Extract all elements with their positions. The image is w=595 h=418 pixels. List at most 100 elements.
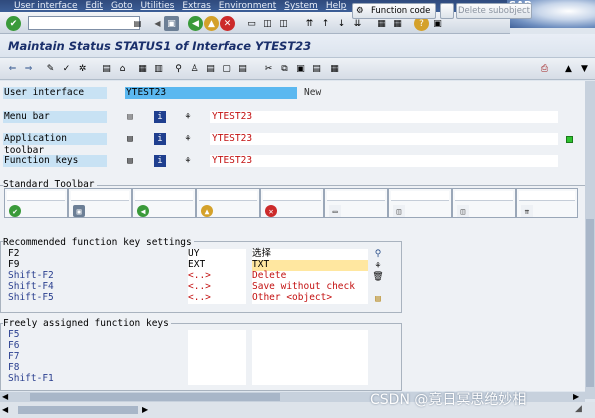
resize-grip-icon[interactable]: ◢ (575, 404, 582, 414)
std-find-cell[interactable]: ◫ (388, 188, 452, 218)
free-code-0[interactable] (188, 330, 246, 341)
enter-icon[interactable]: ✔ (6, 16, 21, 31)
cancel-icon[interactable]: ✕ (220, 16, 235, 31)
tree-icon[interactable]: ♙ (188, 62, 201, 75)
paste-icon[interactable]: ▣ (294, 62, 307, 75)
std-enter-cell[interactable]: ✔ (4, 188, 68, 218)
copy-icon[interactable]: ⧉ (278, 62, 291, 75)
menu-bar-info-icon[interactable]: i (154, 111, 166, 123)
check-icon[interactable]: ✓ (60, 62, 73, 75)
new-entry-button[interactable] (440, 3, 454, 19)
status-bar-scroll[interactable] (18, 406, 138, 414)
display-change-icon[interactable]: ✎ (44, 62, 57, 75)
rec-code-2[interactable]: <..> (188, 270, 246, 282)
back-arrow-icon[interactable]: ⇐ (6, 62, 19, 75)
menu-edit[interactable]: Edit (86, 0, 103, 12)
std-find-next-cell[interactable]: ◫ (452, 188, 516, 218)
print-preview-icon[interactable]: ⎙ (538, 62, 551, 75)
std-exit-cell[interactable]: ▲ (196, 188, 260, 218)
rec-code-0[interactable]: UY (188, 248, 246, 260)
rec-text-4[interactable]: Other <object> (252, 292, 368, 304)
find-icon[interactable]: ◫ (260, 16, 275, 31)
scroll-right-icon[interactable]: ▶ (573, 392, 579, 402)
free-code-4[interactable] (188, 374, 246, 385)
function-keys-hierarchy-icon[interactable]: ⚘ (182, 155, 194, 167)
rec-code-4[interactable]: <..> (188, 292, 246, 304)
menu-bar-hierarchy-icon[interactable]: ⚘ (182, 111, 194, 123)
command-history-icon[interactable]: ▤ (130, 16, 145, 31)
cut-icon[interactable]: ✂ (262, 62, 275, 75)
application-toolbar-value-field[interactable]: YTEST23 (210, 133, 558, 145)
scroll-up-icon[interactable]: ▲ (562, 62, 575, 75)
back-nav-icon[interactable]: ◀ (150, 16, 165, 31)
scroll-left-icon[interactable]: ◀ (2, 392, 8, 402)
function-keys-info-icon[interactable]: i (154, 155, 166, 167)
command-field[interactable] (28, 16, 140, 30)
undo-icon[interactable]: ▦ (328, 62, 341, 75)
horizontal-scroll-thumb[interactable] (30, 393, 280, 401)
empty-icon[interactable]: ▢ (220, 62, 233, 75)
menu-goto[interactable]: Goto (111, 0, 133, 12)
free-text-0[interactable] (252, 330, 368, 341)
exit-icon[interactable]: ▲ (204, 16, 219, 31)
forward-arrow-icon[interactable]: ⇒ (22, 62, 35, 75)
rec-object-icon[interactable]: ▤ (372, 293, 384, 305)
menu-system[interactable]: System (284, 0, 318, 12)
hierarchy-icon[interactable]: ⚲ (172, 62, 185, 75)
free-code-2[interactable] (188, 352, 246, 363)
menu-utilities[interactable]: Utilities (140, 0, 174, 12)
menu-bar-value-field[interactable]: YTEST23 (210, 111, 558, 123)
layout-icon[interactable]: ▤ (236, 62, 249, 75)
free-code-3[interactable] (188, 363, 246, 374)
std-first-page-cell[interactable]: ⇈ (516, 188, 578, 218)
application-toolbar-expand-icon[interactable]: ▤ (124, 133, 136, 145)
function-list-icon[interactable]: ▥ (152, 62, 165, 75)
menu-extras[interactable]: Extras (182, 0, 210, 12)
std-save-cell[interactable]: ▣ (68, 188, 132, 218)
rec-text-3[interactable]: Save without check (252, 281, 368, 293)
application-toolbar-info-icon[interactable]: i (154, 133, 166, 145)
menu-help[interactable]: Help (326, 0, 347, 12)
activate-icon[interactable]: ✲ (76, 62, 89, 75)
rec-text-0[interactable]: 选择 (252, 248, 368, 260)
menu-environment[interactable]: Environment (219, 0, 276, 12)
std-print-cell[interactable]: ▭ (324, 188, 388, 218)
status-bar-left-icon[interactable]: ◀ (2, 405, 8, 414)
rec-search-icon[interactable]: ⚲ (372, 248, 384, 260)
function-keys-expand-icon[interactable]: ▤ (124, 155, 136, 167)
rec-code-1[interactable]: EXT (188, 259, 246, 271)
menu-painter-icon[interactable]: ▦ (136, 62, 149, 75)
free-text-1[interactable] (252, 341, 368, 352)
free-text-4[interactable] (252, 374, 368, 385)
print-icon[interactable]: ▭ (244, 16, 259, 31)
save-icon[interactable]: ▣ (164, 16, 179, 31)
status-bar-right-icon[interactable]: ▶ (142, 405, 148, 414)
application-toolbar-hierarchy-icon[interactable]: ⚘ (182, 133, 194, 145)
rec-delete-icon[interactable]: 🗑 (372, 271, 384, 283)
std-cancel-cell[interactable]: ✕ (260, 188, 324, 218)
vertical-scroll-thumb[interactable] (586, 219, 594, 387)
find-next-icon[interactable]: ◫ (276, 16, 291, 31)
delete-subobject-button[interactable]: Delete subobject (456, 3, 532, 19)
insert-icon[interactable]: ▤ (204, 62, 217, 75)
menu-bar-expand-icon[interactable]: ▤ (124, 111, 136, 123)
rec-text-1[interactable]: TXT (252, 259, 368, 271)
function-keys-value-field[interactable]: YTEST23 (210, 155, 558, 167)
free-text-3[interactable] (252, 363, 368, 374)
menu-user-interface[interactable]: User interface (14, 0, 78, 12)
user-interface-field[interactable]: YTEST23 (125, 87, 297, 99)
next-page-icon[interactable]: ↓ (334, 16, 349, 31)
back-icon[interactable]: ◀ (188, 16, 203, 31)
scroll-down-icon[interactable]: ▼ (578, 62, 591, 75)
first-page-icon[interactable]: ⇈ (302, 16, 317, 31)
where-used-icon[interactable]: ⌂ (116, 62, 129, 75)
prev-page-icon[interactable]: ↑ (318, 16, 333, 31)
clipboard-icon[interactable]: ▤ (310, 62, 323, 75)
rec-code-3[interactable]: <..> (188, 281, 246, 293)
function-code-button[interactable]: ⚙ Function code (352, 3, 436, 19)
std-back-cell[interactable]: ◀ (132, 188, 196, 218)
vertical-scrollbar[interactable] (585, 81, 595, 399)
free-code-1[interactable] (188, 341, 246, 352)
object-list-icon[interactable]: ▤ (100, 62, 113, 75)
free-text-2[interactable] (252, 352, 368, 363)
